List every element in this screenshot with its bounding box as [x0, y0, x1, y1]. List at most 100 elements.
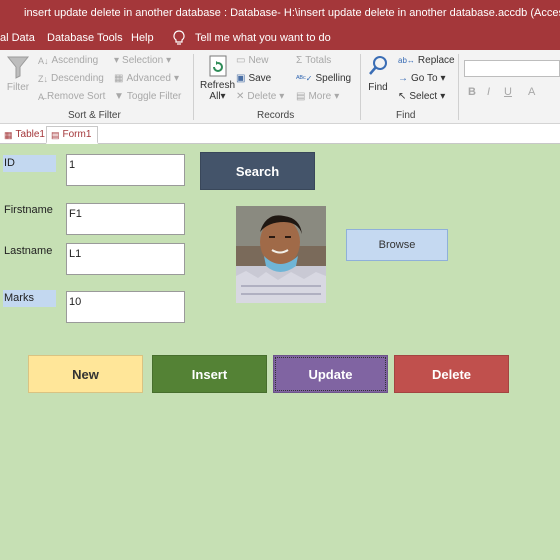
- menu-external-data[interactable]: al Data: [0, 32, 35, 44]
- group-divider: [458, 54, 459, 120]
- marks-label: Marks: [3, 290, 56, 307]
- update-button[interactable]: Update: [273, 355, 388, 393]
- more-label: More: [308, 91, 332, 102]
- ascending-button[interactable]: A↓ Ascending: [38, 55, 98, 66]
- go-to-label: Go To: [411, 73, 438, 84]
- go-to-button[interactable]: → Go To ▾: [398, 73, 446, 84]
- tab-table1-label: Table1: [15, 129, 45, 140]
- firstname-label: Firstname: [4, 204, 53, 216]
- tell-me-search[interactable]: Tell me what you want to do: [195, 32, 331, 44]
- spelling-check-icon: ᴬᴮᶜ✓: [296, 74, 313, 83]
- refresh-all-text: All: [209, 91, 221, 102]
- save-label: Save: [248, 73, 272, 84]
- chevron-down-icon: ▾: [166, 55, 172, 66]
- chevron-down-icon: ▾: [440, 91, 446, 102]
- refresh-icon: [209, 55, 226, 77]
- save-record-button[interactable]: ▣ Save: [236, 73, 271, 84]
- replace-label: Replace: [417, 55, 455, 66]
- selection-button[interactable]: ▾ Selection ▾: [114, 55, 171, 66]
- totals-button[interactable]: Σ Totals: [296, 55, 331, 66]
- marks-field[interactable]: 10: [66, 291, 185, 323]
- underline-button[interactable]: U: [504, 86, 512, 98]
- menu-help[interactable]: Help: [131, 32, 154, 44]
- sort-descending-icon: Z↓: [38, 73, 48, 84]
- refresh-all-button[interactable]: Refresh All▾: [200, 54, 235, 102]
- chevron-down-icon: ▾: [334, 91, 340, 102]
- advanced-filter-icon: ▦: [114, 73, 124, 84]
- italic-button[interactable]: I: [487, 86, 490, 98]
- new-button[interactable]: New: [28, 355, 143, 393]
- select-button[interactable]: ↖ Select ▾: [398, 91, 445, 102]
- form-icon: ▤: [51, 129, 60, 140]
- tab-form1-label: Form1: [62, 128, 92, 140]
- font-name-combo[interactable]: [464, 60, 560, 77]
- group-divider: [193, 54, 194, 120]
- find-button[interactable]: Find: [367, 54, 389, 93]
- bold-button[interactable]: B: [468, 86, 476, 98]
- save-icon: ▣: [236, 73, 246, 84]
- sigma-icon: Σ: [296, 55, 303, 66]
- remove-sort-button[interactable]: A̶ Remove Sort: [38, 91, 105, 102]
- id-label: ID: [3, 155, 56, 172]
- id-field[interactable]: 1: [66, 154, 185, 186]
- new-record-label: New: [248, 55, 269, 66]
- chevron-down-icon: ▾: [440, 73, 446, 84]
- spelling-button[interactable]: ᴬᴮᶜ✓ Spelling: [296, 73, 351, 84]
- descending-button[interactable]: Z↓ Descending: [38, 73, 104, 84]
- remove-sort-label: Remove Sort: [47, 91, 106, 102]
- advanced-button[interactable]: ▦ Advanced ▾: [114, 73, 179, 84]
- filter-label: Filter: [6, 82, 30, 93]
- chevron-down-icon: ▾: [173, 73, 179, 84]
- browse-button[interactable]: Browse: [346, 229, 448, 261]
- delete-button[interactable]: Delete: [394, 355, 509, 393]
- descending-label: Descending: [51, 73, 104, 84]
- firstname-field[interactable]: F1: [66, 203, 185, 235]
- new-record-icon: ▭: [236, 55, 246, 66]
- filter-button[interactable]: Filter: [6, 54, 30, 93]
- selection-label: Selection: [122, 55, 164, 66]
- chevron-down-icon: ▾: [220, 91, 226, 102]
- person-photo: [236, 206, 326, 303]
- chevron-down-icon: ▾: [279, 91, 285, 102]
- window-title: insert update delete in another database…: [0, 0, 560, 26]
- ribbon: Filter A↓ Ascending Z↓ Descending A̶ Remove…: [0, 50, 560, 124]
- font-color-button[interactable]: A: [528, 86, 535, 98]
- remove-sort-icon: A̶: [38, 91, 45, 102]
- cursor-icon: ↖: [398, 91, 407, 102]
- delete-x-icon: ✕: [236, 91, 245, 102]
- replace-icon: ab↔: [398, 56, 415, 65]
- new-record-button[interactable]: ▭ New: [236, 55, 268, 66]
- find-label: Find: [368, 82, 388, 93]
- select-label: Select: [409, 91, 438, 102]
- sort-ascending-icon: A↓: [38, 55, 49, 66]
- refresh-all-label: All▾: [209, 91, 225, 102]
- records-group-label: Records: [257, 110, 295, 121]
- toggle-filter-icon: ▼: [114, 91, 124, 102]
- toggle-filter-label: Toggle Filter: [126, 91, 182, 102]
- tab-table1[interactable]: ▦ Table1: [0, 126, 51, 144]
- funnel-icon: [6, 56, 30, 79]
- selection-filter-icon: ▾: [114, 55, 120, 66]
- ascending-label: Ascending: [51, 55, 99, 66]
- replace-button[interactable]: ab↔ Replace: [398, 55, 455, 66]
- advanced-label: Advanced: [126, 73, 171, 84]
- search-button[interactable]: Search: [200, 152, 315, 190]
- refresh-label: Refresh: [200, 80, 236, 91]
- sort-filter-group-label: Sort & Filter: [68, 110, 121, 121]
- insert-button[interactable]: Insert: [152, 355, 267, 393]
- magnifier-icon: [369, 56, 387, 75]
- more-icon: ▤: [296, 91, 306, 102]
- more-button[interactable]: ▤ More ▾: [296, 91, 339, 102]
- table-icon: ▦: [4, 130, 13, 140]
- document-tabs: ▦ Table1 ▤ Form1: [0, 124, 560, 144]
- totals-label: Totals: [305, 55, 332, 66]
- tab-form1[interactable]: ▤ Form1: [46, 126, 99, 144]
- lastname-field[interactable]: L1: [66, 243, 185, 275]
- menu-database-tools[interactable]: Database Tools: [47, 32, 123, 44]
- toggle-filter-button[interactable]: ▼ Toggle Filter: [114, 91, 181, 102]
- group-divider: [360, 54, 361, 120]
- lastname-label: Lastname: [4, 245, 53, 257]
- find-group-label: Find: [396, 110, 416, 121]
- delete-record-button[interactable]: ✕ Delete ▾: [236, 91, 284, 102]
- form-area: ID Firstname Lastname Marks 1 F1 L1 10 S…: [0, 144, 560, 560]
